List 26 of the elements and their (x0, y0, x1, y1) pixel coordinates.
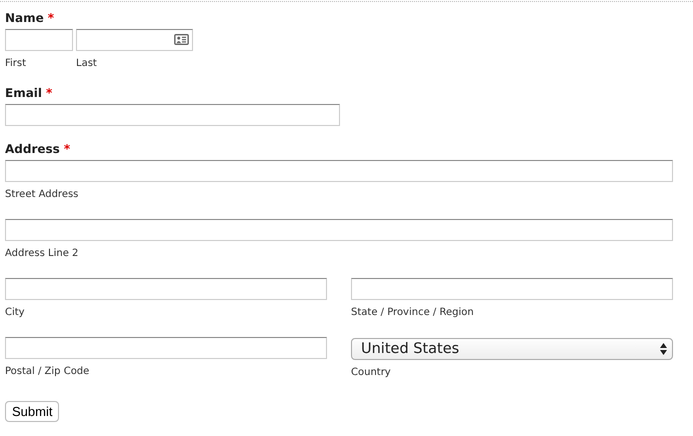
required-mark: * (64, 142, 70, 156)
input-field[interactable] (5, 219, 673, 241)
field-caption: Last (76, 57, 98, 70)
input-field[interactable] (76, 29, 193, 51)
field-label: Email (5, 86, 42, 100)
country-select[interactable]: United States (351, 338, 673, 360)
input-field[interactable] (5, 104, 340, 126)
input-field[interactable] (351, 278, 673, 300)
updown-arrows-icon (660, 343, 667, 355)
field-caption: Address Line 2 (5, 247, 80, 260)
input-field[interactable] (5, 29, 73, 51)
field-caption: First (5, 57, 28, 70)
field-caption: Street Address (5, 188, 80, 201)
field-caption: Postal / Zip Code (5, 365, 90, 378)
input-field[interactable] (5, 160, 673, 182)
field-caption: State / Province / Region (351, 306, 475, 319)
field-caption: City (5, 306, 26, 319)
input-field[interactable] (5, 278, 327, 300)
field-label: Name (5, 11, 44, 25)
input-field[interactable] (5, 337, 327, 359)
required-mark: * (46, 86, 52, 100)
contact-card-icon[interactable] (174, 34, 189, 45)
submit-button[interactable]: Submit (5, 401, 60, 422)
field-label: Address (5, 142, 60, 156)
field-caption: Country (351, 366, 392, 379)
required-mark: * (48, 11, 54, 25)
